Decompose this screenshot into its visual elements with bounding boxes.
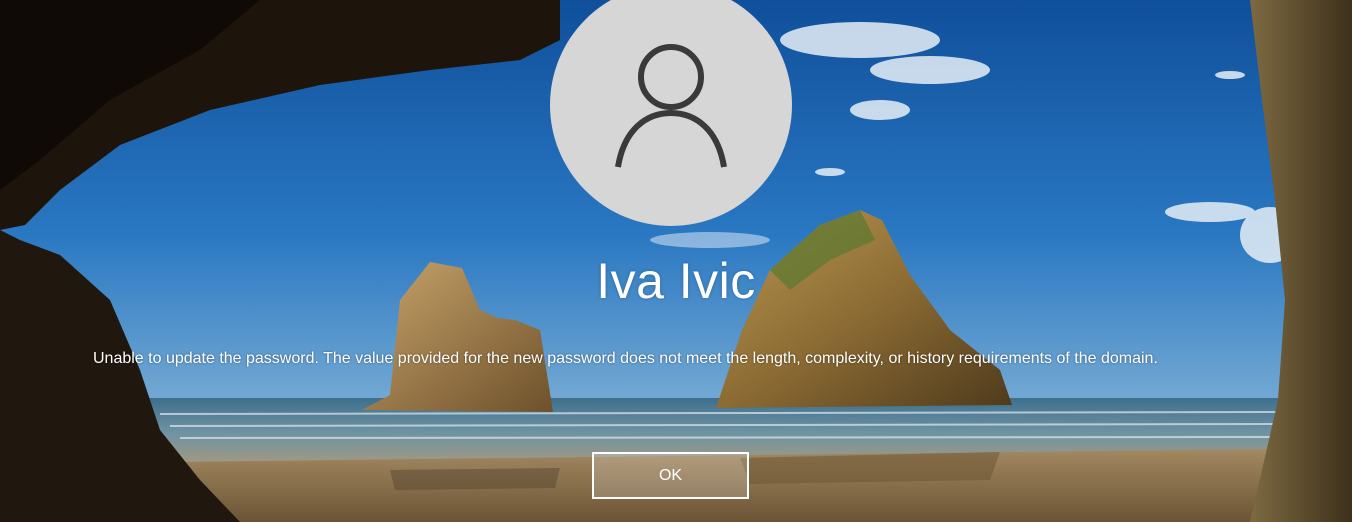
ok-button[interactable]: OK bbox=[592, 452, 749, 499]
lock-screen: Iva Ivic Unable to update the password. … bbox=[0, 0, 1352, 522]
user-silhouette-icon bbox=[615, 44, 727, 168]
user-name: Iva Ivic bbox=[596, 253, 756, 309]
error-message: Unable to update the password. The value… bbox=[93, 350, 1158, 367]
